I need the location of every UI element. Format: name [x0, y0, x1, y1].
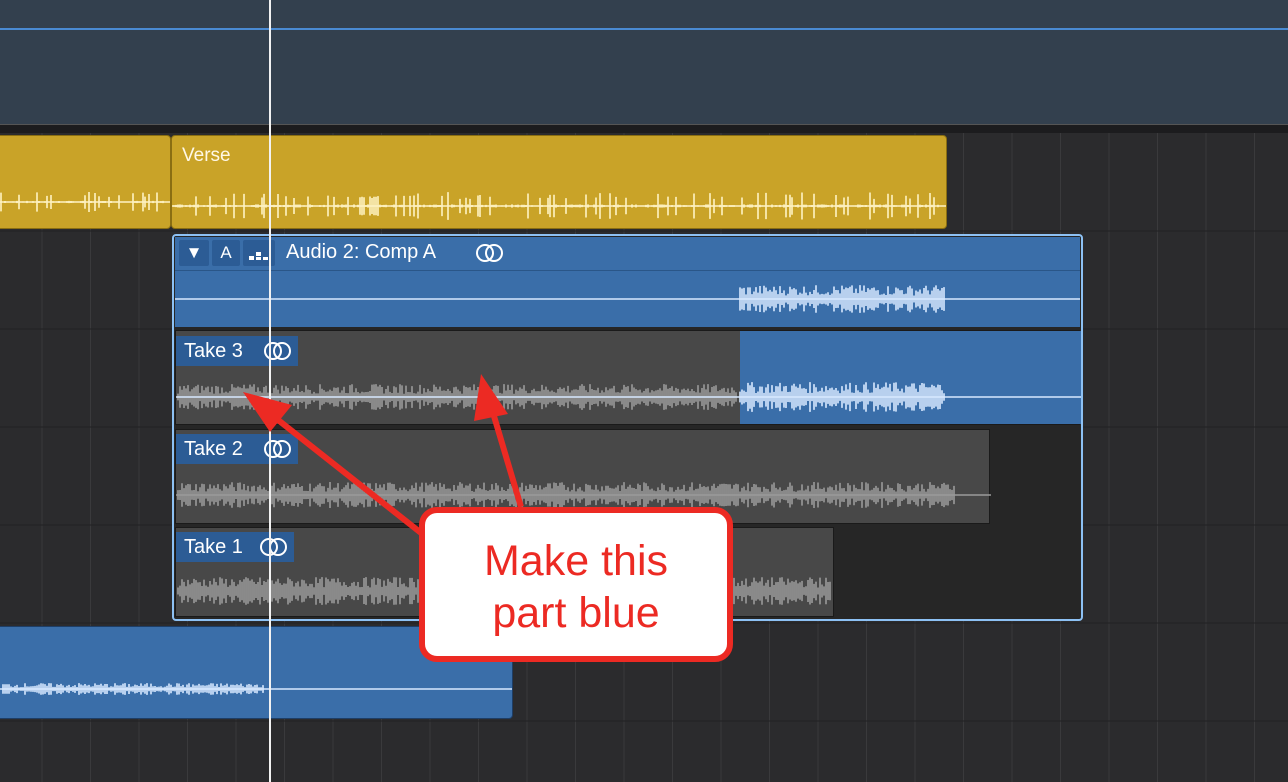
take-3-name: Take 3 — [184, 340, 243, 362]
verse-region[interactable]: Verse — [171, 135, 947, 229]
linked-circles-icon — [476, 244, 503, 262]
annotation-callout: Make this part blue — [419, 507, 733, 662]
verse-region-waveform — [172, 192, 946, 220]
linked-circles-icon — [264, 342, 291, 360]
triangle-down-icon: ▼ — [185, 243, 203, 262]
comp-name: Audio 2: Comp A — [286, 241, 437, 263]
previous-region-waveform — [0, 192, 170, 212]
track-divider — [0, 124, 1288, 133]
comp-header-divider — [175, 270, 1080, 271]
take-1-name: Take 1 — [184, 536, 243, 558]
callout-line-2: part blue — [492, 589, 660, 637]
linked-circles-icon — [260, 538, 287, 556]
take-3-waveform — [176, 382, 1081, 412]
automation-button[interactable]: A — [212, 240, 240, 266]
take-2-name: Take 2 — [184, 438, 243, 460]
take-3-lane[interactable] — [175, 330, 1081, 425]
previous-region[interactable] — [0, 135, 171, 229]
automation-label: A — [220, 243, 232, 262]
global-track-line — [0, 28, 1288, 30]
disclosure-triangle-button[interactable]: ▼ — [179, 240, 209, 266]
callout-line-1: Make this — [483, 537, 668, 585]
linked-circles-icon — [264, 440, 291, 458]
global-track-band — [0, 0, 1288, 126]
playhead[interactable] — [269, 0, 271, 782]
